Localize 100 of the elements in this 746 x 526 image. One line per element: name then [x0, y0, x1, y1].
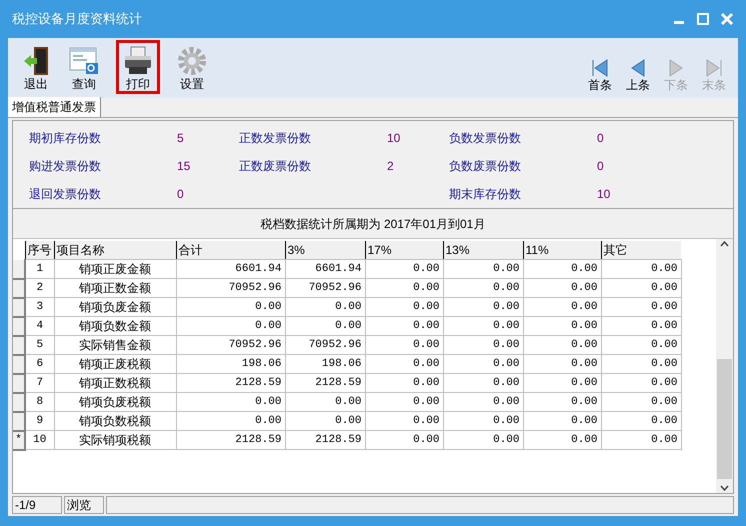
table-cell: 0.00	[601, 354, 681, 374]
toolbar-button[interactable]: 退出	[14, 40, 58, 94]
printer-icon	[122, 45, 154, 77]
stat-label: 正数废票份数	[239, 158, 312, 175]
table-cell: 0.00	[601, 336, 681, 354]
table-cell: 70952.96	[285, 278, 365, 298]
table-cell: 2128.59	[285, 430, 365, 450]
table-cell: 0.00	[601, 374, 681, 392]
table-cell: 0.00	[285, 412, 365, 430]
table-cell: 6	[25, 354, 54, 374]
table-cell: 0.00	[443, 354, 523, 374]
table-cell: 0.00	[601, 298, 681, 316]
table-cell: 0.00	[523, 392, 601, 412]
table-cell: 6601.94	[176, 260, 285, 278]
table-cell: 0.00	[176, 298, 285, 316]
table-cell: 0.00	[443, 278, 523, 298]
triangle-icon	[590, 58, 610, 78]
table-cell: 0.00	[365, 298, 443, 316]
table-cell: 销项负废金额	[54, 298, 176, 316]
nav-button[interactable]: 上条	[622, 58, 654, 92]
table-cell: 0.00	[523, 430, 601, 450]
column-header[interactable]: 3%	[285, 241, 365, 260]
table-cell: 0.00	[365, 316, 443, 336]
table-cell: 0.00	[176, 392, 285, 412]
column-header[interactable]: 11%	[523, 241, 601, 260]
table-cell: 0.00	[443, 336, 523, 354]
column-header[interactable]: 合计	[176, 241, 285, 260]
table-cell: 0.00	[365, 430, 443, 450]
table-cell: 0.00	[523, 278, 601, 298]
table-cell: 0.00	[365, 392, 443, 412]
table-cell: 8	[25, 392, 54, 412]
stat-label: 负数废票份数	[449, 158, 522, 175]
table-cell: 2	[25, 278, 54, 298]
table-cell: 0.00	[523, 374, 601, 392]
table-cell: 2128.59	[285, 374, 365, 392]
table-cell: 5	[25, 336, 54, 354]
window-search-icon	[68, 45, 100, 77]
stat-value: 10	[386, 130, 402, 147]
table-cell: 0.00	[523, 336, 601, 354]
table-cell: 0.00	[365, 374, 443, 392]
table-cell: 实际销项税额	[54, 430, 176, 450]
column-header[interactable]: 序号	[25, 241, 54, 260]
table-cell: 70952.96	[176, 278, 285, 298]
stat-label: 期初库存份数	[29, 130, 102, 147]
toolbar-button[interactable]: 设置	[170, 40, 214, 94]
stat-value: 0	[596, 158, 605, 175]
stat-label: 负数发票份数	[449, 130, 522, 147]
table-cell: 0.00	[285, 298, 365, 316]
table-cell: 2128.59	[176, 374, 285, 392]
status-text: 浏览	[64, 496, 104, 514]
table-cell: 0.00	[176, 412, 285, 430]
column-header[interactable]: 13%	[443, 241, 523, 260]
table-cell: 0.00	[601, 412, 681, 430]
column-header[interactable]: 项目名称	[54, 241, 176, 260]
gear-icon	[176, 45, 208, 77]
stat-label: 正数发票份数	[239, 130, 312, 147]
column-header[interactable]: 其它	[601, 241, 681, 260]
table-cell: 0.00	[285, 392, 365, 412]
table-cell: 2128.59	[176, 430, 285, 450]
table-cell: 0.00	[365, 336, 443, 354]
row-marker[interactable]	[13, 260, 25, 278]
close-icon[interactable]	[720, 12, 734, 26]
column-header[interactable]: 17%	[365, 241, 443, 260]
toolbar-button[interactable]: 打印	[116, 40, 160, 94]
table-cell: 0.00	[365, 354, 443, 374]
table-cell: 0.00	[523, 412, 601, 430]
table-cell: 0.00	[601, 392, 681, 412]
stat-label: 退回发票份数	[29, 186, 102, 203]
table-cell: 销项负数金额	[54, 316, 176, 336]
table-cell: 实际销售金额	[54, 336, 176, 354]
scroll-down-icon[interactable]	[720, 485, 729, 491]
stat-value: 10	[596, 186, 612, 203]
table-cell: 0.00	[523, 316, 601, 336]
table-cell: 0.00	[601, 430, 681, 450]
table-cell: 0.00	[601, 260, 681, 278]
table-cell: 0.00	[523, 260, 601, 278]
table-cell: 销项负数税额	[54, 412, 176, 430]
stat-value: 15	[176, 158, 192, 175]
nav-button[interactable]: 首条	[584, 58, 616, 92]
table-cell: 9	[25, 412, 54, 430]
table-cell: 0.00	[443, 260, 523, 278]
table-cell: 0.00	[443, 374, 523, 392]
tab[interactable]: 增值税普通发票	[8, 97, 101, 117]
stat-value: 0	[176, 186, 185, 203]
period-text: 税档数据统计所属期为 2017年01月到01月	[260, 216, 486, 232]
scroll-thumb[interactable]	[717, 359, 732, 479]
maximize-icon[interactable]	[696, 12, 710, 26]
table-cell: 10	[25, 430, 54, 450]
table-cell: 70952.96	[285, 336, 365, 354]
table-cell: 0.00	[443, 430, 523, 450]
table-cell: 0.00	[285, 316, 365, 336]
scroll-up-icon[interactable]	[720, 241, 729, 247]
table-cell: 销项正废金额	[54, 260, 176, 278]
toolbar-button[interactable]: 查询	[62, 40, 106, 94]
scrollbar[interactable]	[716, 239, 733, 493]
window-title: 税控设备月度资料统计	[11, 10, 142, 28]
table-cell: 0.00	[443, 392, 523, 412]
triangle-icon	[704, 58, 724, 78]
stat-label: 期末库存份数	[449, 186, 522, 203]
stat-value: 2	[386, 158, 395, 175]
